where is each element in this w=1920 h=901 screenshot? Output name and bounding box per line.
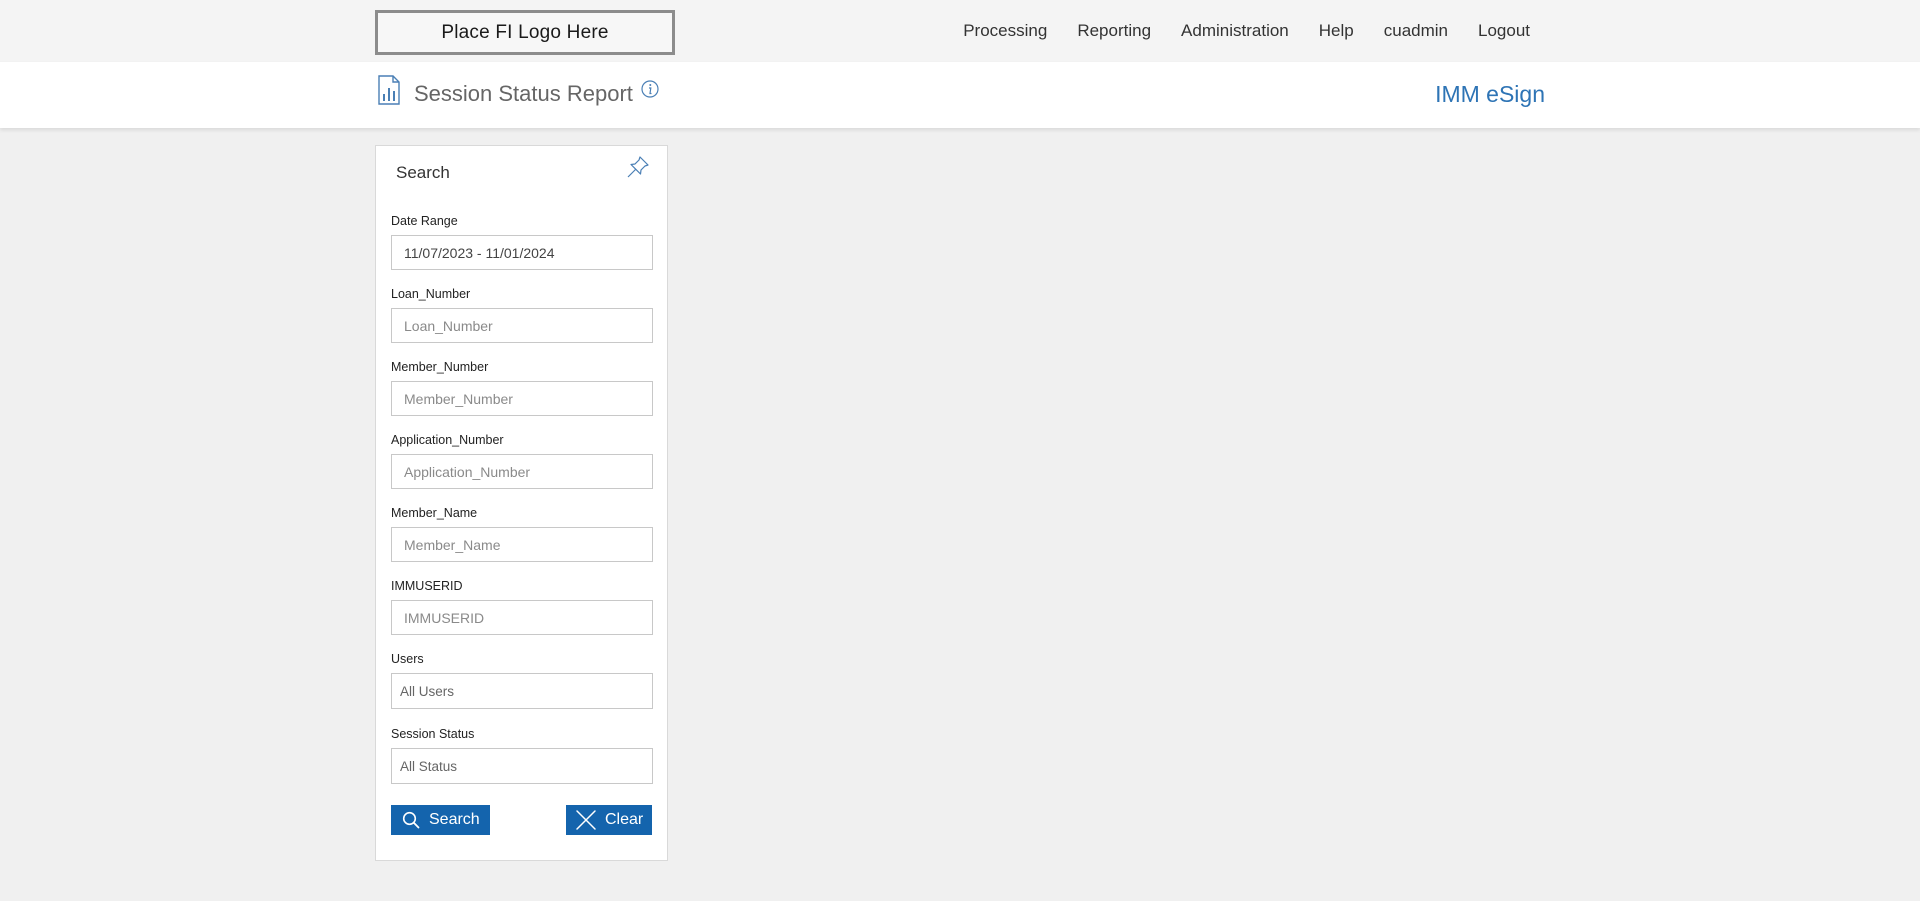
- top-navigation-bar: Place FI Logo Here Processing Reporting …: [0, 0, 1920, 62]
- nav-processing[interactable]: Processing: [963, 21, 1047, 41]
- session-status-selected-value: All Status: [400, 758, 458, 774]
- search-panel-title: Search: [396, 163, 450, 182]
- users-select[interactable]: All Users: [391, 673, 653, 709]
- bar-chart-report-icon: [378, 75, 400, 105]
- users-label: Users: [391, 652, 424, 666]
- users-selected-value: All Users: [400, 683, 455, 699]
- search-icon: [402, 811, 420, 829]
- info-icon[interactable]: [641, 80, 659, 98]
- pin-icon[interactable]: [625, 154, 651, 180]
- main-nav: Processing Reporting Administration Help…: [933, 0, 1530, 62]
- session-status-label: Session Status: [391, 727, 475, 741]
- immuserid-label: IMMUSERID: [391, 579, 463, 593]
- nav-administration[interactable]: Administration: [1181, 21, 1289, 41]
- page-title: Session Status Report: [414, 81, 633, 106]
- product-name: IMM eSign: [1435, 81, 1545, 107]
- session-status-select[interactable]: All Status: [391, 748, 653, 784]
- search-button-label: Search: [429, 811, 480, 828]
- date-range-label: Date Range: [391, 214, 458, 228]
- nav-user-cuadmin[interactable]: cuadmin: [1384, 21, 1448, 41]
- nav-reporting[interactable]: Reporting: [1077, 21, 1151, 41]
- close-icon: [576, 810, 596, 830]
- member-number-input[interactable]: [391, 381, 653, 416]
- search-panel: Search Date Range Loan_Number Member_Num…: [375, 145, 668, 861]
- member-name-label: Member_Name: [391, 506, 478, 520]
- clear-button[interactable]: Clear: [566, 805, 652, 835]
- application-number-input[interactable]: [391, 454, 653, 489]
- immuserid-input[interactable]: [391, 600, 653, 635]
- clear-button-label: Clear: [605, 811, 644, 828]
- date-range-input[interactable]: [391, 235, 653, 270]
- loan-number-label: Loan_Number: [391, 287, 471, 301]
- nav-help[interactable]: Help: [1319, 21, 1354, 41]
- nav-logout[interactable]: Logout: [1478, 21, 1530, 41]
- loan-number-input[interactable]: [391, 308, 653, 343]
- member-name-input[interactable]: [391, 527, 653, 562]
- page-title-bar: Session Status Report IMM eSign: [0, 62, 1920, 128]
- member-number-label: Member_Number: [391, 360, 489, 374]
- fi-logo-placeholder: Place FI Logo Here: [375, 10, 675, 55]
- application-number-label: Application_Number: [391, 433, 504, 447]
- search-button[interactable]: Search: [391, 805, 490, 835]
